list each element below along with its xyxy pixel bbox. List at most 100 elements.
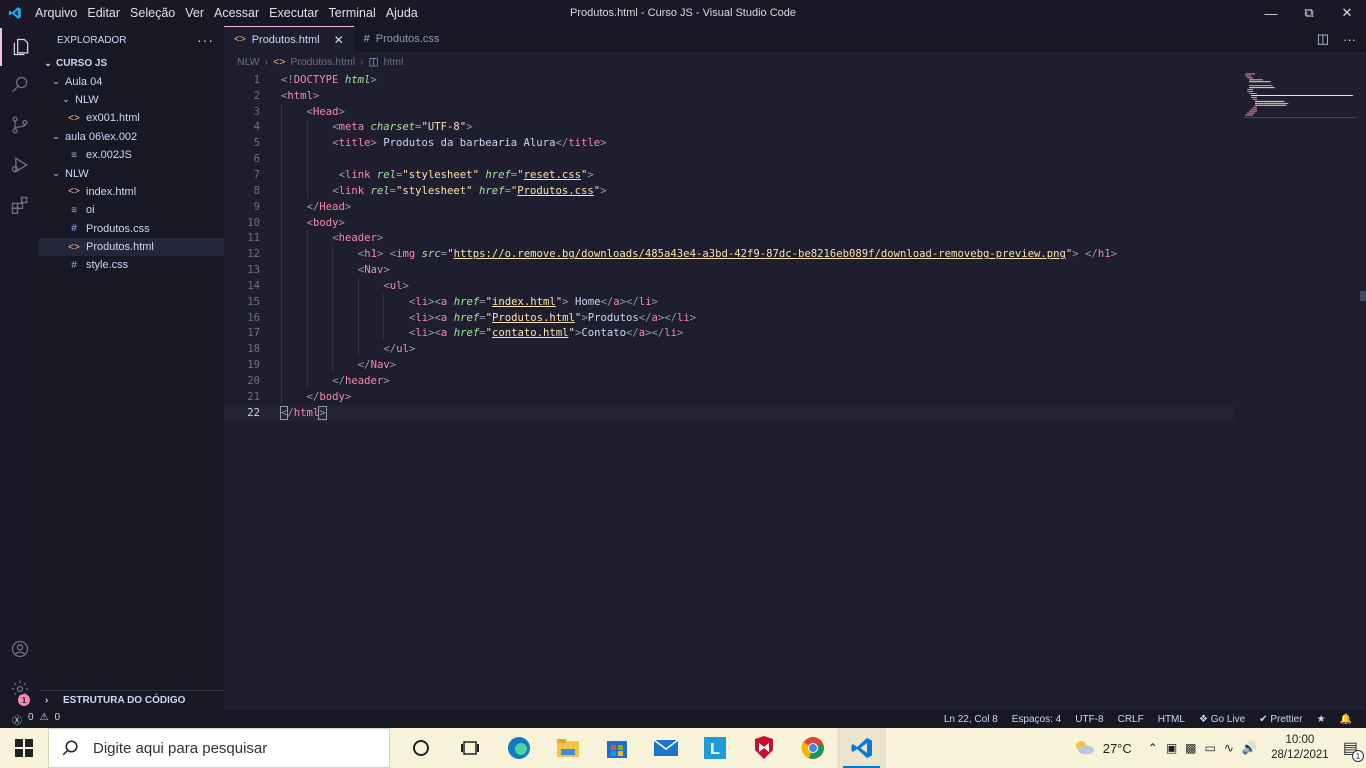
code-line[interactable]: 21 </body> <box>224 388 1234 405</box>
code-line[interactable]: 13 <Nav> <box>224 262 1234 278</box>
minimap[interactable] <box>1244 72 1356 118</box>
code-line[interactable]: 8 <link rel="stylesheet" href="Produtos.c… <box>224 182 1234 199</box>
tree-item[interactable]: ≡ ex.002JS <box>39 146 224 164</box>
microsoft-store-icon[interactable] <box>592 728 641 768</box>
code-line[interactable]: 10 <body> <box>224 214 1234 231</box>
task-view-icon[interactable] <box>445 728 494 768</box>
minimize-icon[interactable]: — <box>1252 0 1290 26</box>
chevron-down-icon: ⌄ <box>62 94 70 105</box>
tab-produtos-html[interactable]: <> Produtos.html ✕ <box>224 26 354 52</box>
code-line[interactable]: 14 <ul> <box>224 277 1234 294</box>
chrome-icon[interactable] <box>788 728 837 768</box>
search-icon[interactable] <box>0 66 39 104</box>
chevron-up-icon[interactable]: ⌃ <box>1148 741 1158 755</box>
account-icon[interactable] <box>0 630 39 668</box>
menu-item-seleção[interactable]: Seleção <box>125 0 180 26</box>
menu-item-editar[interactable]: Editar <box>82 0 125 26</box>
more-actions-icon[interactable]: ··· <box>1343 32 1356 47</box>
file-explorer-icon[interactable] <box>543 728 592 768</box>
menu-item-ver[interactable]: Ver <box>180 0 209 26</box>
language-mode[interactable]: HTML <box>1158 714 1185 725</box>
tab-close-icon[interactable]: ✕ <box>334 33 344 47</box>
restore-icon[interactable]: ⧉ <box>1290 0 1328 26</box>
breadcrumb-file[interactable]: Produtos.html <box>290 56 355 68</box>
windows-start-icon[interactable] <box>0 728 48 768</box>
menu-item-terminal[interactable]: Terminal <box>324 0 381 26</box>
notifications-bell-icon[interactable]: 🔔 <box>1340 714 1352 725</box>
menu-item-ajuda[interactable]: Ajuda <box>381 0 423 26</box>
line-ending[interactable]: CRLF <box>1118 714 1144 725</box>
mcafee-icon[interactable] <box>739 728 788 768</box>
cortana-icon[interactable] <box>396 728 445 768</box>
close-icon[interactable]: ✕ <box>1328 0 1366 26</box>
code-line[interactable]: 5 <title> Produtos da barbearia Alura</ti… <box>224 135 1234 152</box>
breadcrumb-symbol[interactable]: html <box>384 56 404 68</box>
tree-item[interactable]: ⌄ aula 06\ex.002 <box>39 128 224 146</box>
code-line[interactable]: 22 </html> <box>224 404 1234 421</box>
tree-item[interactable]: ⌄ NLW <box>39 91 224 109</box>
network-camera-icon[interactable]: ▩ <box>1185 741 1196 755</box>
tree-item[interactable]: <> Produtos.html <box>39 237 224 257</box>
code-line[interactable]: 15 <li><a href="index.html"> Home</a></li… <box>224 293 1234 310</box>
vscode-taskbar-icon[interactable] <box>837 728 886 768</box>
outline-section[interactable]: › ESTRUTURA DO CÓDIGO <box>39 690 224 710</box>
tree-item[interactable]: <> ex001.html <box>39 109 224 127</box>
workspace-root[interactable]: ⌄ CURSO JS <box>39 54 224 72</box>
code-line[interactable]: 17 <li><a href="contato.html">Contato</a>… <box>224 325 1234 342</box>
volume-icon[interactable]: 🔊 <box>1242 741 1257 755</box>
menu-item-acessar[interactable]: Acessar <box>209 0 264 26</box>
battery-icon[interactable]: ▭ <box>1205 741 1216 755</box>
code-line[interactable]: 2 <html> <box>224 88 1234 104</box>
html-file-icon: <> <box>234 34 246 45</box>
run-debug-icon[interactable] <box>0 146 39 184</box>
vscode-logo-icon[interactable] <box>0 0 30 26</box>
mail-icon[interactable] <box>641 728 690 768</box>
code-line[interactable]: 3 <Head> <box>224 103 1234 120</box>
temperature[interactable]: 27°C <box>1103 741 1132 756</box>
code-editor[interactable]: 1 <!DOCTYPE html> 2 <html> 3 <Head> 4 <meta cha… <box>224 72 1234 421</box>
more-actions-icon[interactable]: ··· <box>197 32 214 48</box>
code-line[interactable]: 12 <h1> <img src="https://o.remove.bg/dow… <box>224 246 1234 263</box>
menu-item-arquivo[interactable]: Arquivo <box>30 0 82 26</box>
weather-cloud-icon[interactable] <box>1073 739 1095 758</box>
code-line[interactable]: 4 <meta charset="UTF-8"> <box>224 119 1234 136</box>
explorer-icon[interactable] <box>0 28 39 66</box>
tab-produtos-css[interactable]: # Produtos.css <box>354 26 450 52</box>
app-l-icon[interactable]: L <box>690 728 739 768</box>
tree-item[interactable]: # style.css <box>39 256 224 274</box>
indentation[interactable]: Espaços: 4 <box>1012 714 1061 725</box>
code-line[interactable]: 11 <header> <box>224 230 1234 247</box>
wifi-icon[interactable]: ∿ <box>1224 741 1234 755</box>
vertical-scrollbar[interactable] <box>1360 291 1366 301</box>
code-line[interactable]: 9 </Head> <box>224 198 1234 215</box>
tree-item[interactable]: # Produtos.css <box>39 220 224 238</box>
clock[interactable]: 10:00 28/12/2021 <box>1265 733 1335 763</box>
breadcrumb-folder[interactable]: NLW <box>237 56 260 68</box>
encoding[interactable]: UTF-8 <box>1075 714 1103 725</box>
menu-item-executar[interactable]: Executar <box>264 0 323 26</box>
tree-item[interactable]: ≡ oi <box>39 201 224 219</box>
tree-item[interactable]: <> index.html <box>39 183 224 201</box>
extensions-icon[interactable] <box>0 186 39 224</box>
prettier-button[interactable]: ✔ Prettier <box>1259 714 1302 725</box>
code-line[interactable]: 19 </Nav> <box>224 357 1234 374</box>
source-control-icon[interactable] <box>0 106 39 144</box>
notification-center-icon[interactable]: ▤ 1 <box>1343 738 1364 762</box>
code-line[interactable]: 20 </header> <box>224 373 1234 389</box>
cursor-position[interactable]: Ln 22, Col 8 <box>944 714 998 725</box>
code-line[interactable]: 18 </ul> <box>224 341 1234 358</box>
settings-gear-icon[interactable]: 1 <box>0 670 39 708</box>
tree-item[interactable]: ⌄ NLW <box>39 164 224 182</box>
problems-indicator[interactable]: Ⓧ 0 ⚠ 0 <box>0 712 60 727</box>
go-live-button[interactable]: ❖ Go Live <box>1199 714 1245 725</box>
code-line[interactable]: 1 <!DOCTYPE html> <box>224 72 1234 88</box>
code-line[interactable]: 7 <link rel="stylesheet" href="reset.css… <box>224 167 1234 183</box>
code-line[interactable]: 16 <li><a href="Produtos.html">Produtos</… <box>224 309 1234 326</box>
tree-item[interactable]: ⌄ Aula 04 <box>39 72 224 90</box>
feedback-icon[interactable]: ★ <box>1317 714 1326 725</box>
code-line[interactable]: 6 <box>224 151 1234 168</box>
edge-browser-icon[interactable] <box>494 728 543 768</box>
taskbar-search-box[interactable]: Digite aqui para pesquisar <box>48 728 390 768</box>
meet-now-icon[interactable]: ▣ <box>1166 741 1177 755</box>
split-editor-icon[interactable]: ◫ <box>1317 31 1329 47</box>
